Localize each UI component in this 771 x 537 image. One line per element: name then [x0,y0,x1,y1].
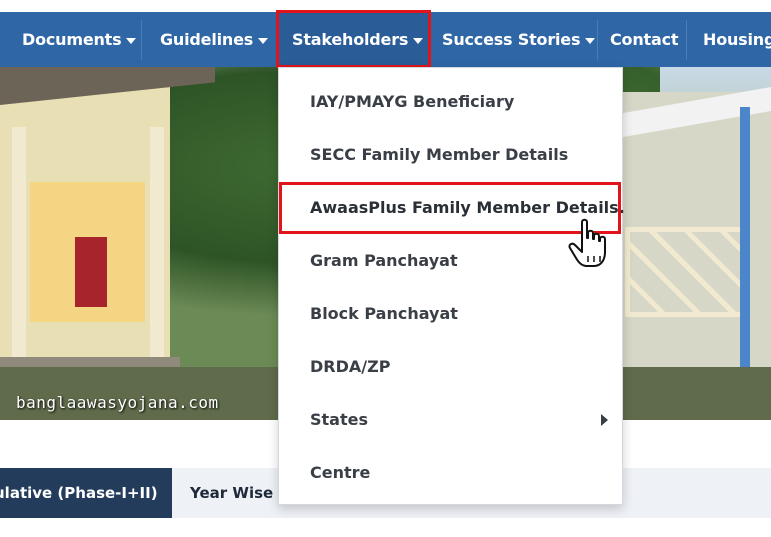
menu-item-label: Gram Panchayat [310,251,458,270]
nav-documents[interactable]: Documents [22,12,137,67]
hero-railing [625,227,745,317]
nav-contact[interactable]: Contact [610,12,679,67]
menu-item-secc-family-member-details[interactable]: SECC Family Member Details [279,128,622,181]
nav-divider [686,20,687,60]
menu-item-drda-zp[interactable]: DRDA/ZP [279,340,622,393]
menu-item-label: DRDA/ZP [310,357,391,376]
menu-item-label: Block Panchayat [310,304,458,323]
hand-pointer-icon [568,218,606,267]
menu-item-label: States [310,410,368,429]
stakeholders-dropdown: IAY/PMAYG Beneficiary SECC Family Member… [278,67,625,505]
tab-year-wise-label: Year Wise I [190,484,284,502]
nav-guidelines-label: Guidelines [160,30,254,49]
hero-door [75,237,107,307]
nav-guidelines[interactable]: Guidelines [160,12,269,67]
nav-divider [597,20,598,60]
nav-housing-label: Housing [703,30,771,49]
menu-item-label: IAY/PMAYG Beneficiary [310,92,515,111]
tab-cumulative[interactable]: ulative (Phase-I+II) [0,468,172,518]
nav-stakeholders[interactable]: Stakeholders [292,12,424,67]
chevron-right-icon [601,414,608,426]
caret-down-icon [258,37,269,44]
tab-cumulative-label: ulative (Phase-I+II) [0,484,158,502]
caret-down-icon [413,37,424,44]
hero-pillar [12,127,26,377]
nav-success-stories-label: Success Stories [442,30,581,49]
menu-item-block-panchayat[interactable]: Block Panchayat [279,287,622,340]
caret-down-icon [585,37,596,44]
nav-success-stories[interactable]: Success Stories [442,12,596,67]
menu-item-iay-pmayg-beneficiary[interactable]: IAY/PMAYG Beneficiary [279,75,622,128]
caret-down-icon [126,37,137,44]
tab-year-wise[interactable]: Year Wise I [190,468,284,518]
nav-stakeholders-label: Stakeholders [292,30,409,49]
nav-contact-label: Contact [610,30,679,49]
hero-post [740,107,750,387]
hero-pillar [150,127,164,377]
nav-housing[interactable]: Housing [703,12,771,67]
nav-divider [141,20,142,60]
menu-item-states[interactable]: States [279,393,622,446]
menu-item-label: SECC Family Member Details [310,145,569,164]
menu-item-label: Centre [310,463,371,482]
menu-item-centre[interactable]: Centre [279,446,622,499]
watermark-text: banglaawasyojana.com [16,393,219,412]
nav-documents-label: Documents [22,30,122,49]
